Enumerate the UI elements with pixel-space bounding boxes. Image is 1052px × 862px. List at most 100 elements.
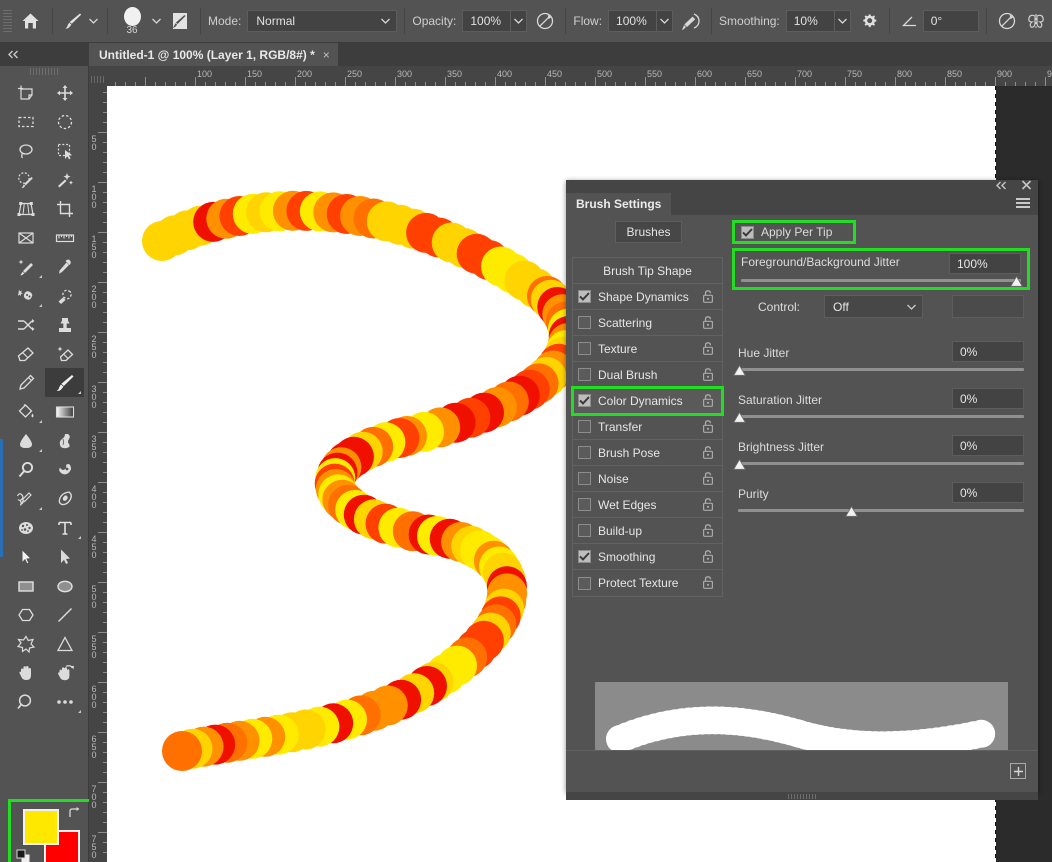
dynamics-row-color-dynamics[interactable]: Color Dynamics (571, 386, 724, 416)
lock-open-icon[interactable] (702, 497, 716, 513)
purity-slider-thumb[interactable] (845, 505, 858, 517)
collapse-left-icon[interactable] (4, 46, 22, 62)
lock-open-icon[interactable] (702, 419, 716, 435)
foreground-color-swatch[interactable] (23, 809, 59, 845)
magic-eraser-tool[interactable] (45, 339, 84, 368)
symmetry-butterfly-icon[interactable] (1023, 8, 1049, 34)
control-secondary-field[interactable] (952, 295, 1024, 318)
tab-brush-settings[interactable]: Brush Settings (566, 193, 672, 215)
lock-open-icon[interactable] (702, 289, 716, 305)
dynamics-row-transfer[interactable]: Transfer (573, 414, 722, 440)
dynamics-row-wet-edges[interactable]: Wet Edges (573, 492, 722, 518)
dynamics-checkbox[interactable] (578, 368, 591, 381)
dynamics-row-build-up[interactable]: Build-up (573, 518, 722, 544)
dynamics-checkbox[interactable] (578, 576, 591, 590)
dynamics-row-brush-pose[interactable]: Brush Pose (573, 440, 722, 466)
flow-combo[interactable]: 100% (608, 10, 674, 32)
artboard-tool[interactable] (6, 78, 45, 107)
purity-input[interactable]: 0% (952, 482, 1024, 503)
slice-tool[interactable] (6, 223, 45, 252)
rotate-view-tool[interactable] (45, 658, 84, 687)
saturation-jitter-slider-track[interactable] (738, 415, 1024, 418)
panel-menu-icon[interactable] (1016, 196, 1032, 210)
brushes-button[interactable]: Brushes (615, 221, 682, 243)
rectangle-tool[interactable] (6, 571, 45, 600)
move-tool[interactable] (45, 78, 84, 107)
gear-icon[interactable] (856, 8, 882, 34)
spot-healing-brush-tool[interactable] (6, 252, 45, 281)
lock-open-icon[interactable] (702, 341, 716, 357)
pressure-size-icon[interactable] (994, 8, 1020, 34)
dynamics-checkbox[interactable] (578, 446, 591, 459)
pressure-opacity-icon[interactable] (532, 8, 558, 34)
lock-open-icon[interactable] (702, 445, 716, 461)
brush-settings-toggle-icon[interactable] (167, 8, 193, 34)
lock-open-icon[interactable] (702, 393, 716, 409)
horizontal-ruler[interactable]: 100 150 200 250 300 350 400 450 500 550 600 650 700 7… (107, 66, 1052, 86)
opacity-chevron-down-icon[interactable] (510, 10, 528, 32)
object-selection-tool[interactable] (45, 136, 84, 165)
polygon-tool[interactable] (6, 600, 45, 629)
opacity-combo[interactable]: 100% (462, 10, 528, 32)
patch-tool[interactable] (6, 281, 45, 310)
foreground-background-jitter-slider-thumb[interactable] (1010, 275, 1023, 287)
default-colors-icon[interactable] (16, 849, 32, 862)
healing-brush-tool[interactable] (45, 281, 84, 310)
smudge-tool[interactable] (45, 426, 84, 455)
lock-open-icon[interactable] (702, 575, 716, 591)
dodge-tool[interactable] (6, 455, 45, 484)
apply-per-tip-checkbox[interactable] (741, 225, 754, 239)
lasso-tool[interactable] (6, 136, 45, 165)
mixer-brush-tool[interactable] (6, 310, 45, 339)
opacity-input[interactable]: 100% (462, 10, 511, 32)
dynamics-row-dual-brush[interactable]: Dual Brush (573, 362, 722, 388)
lock-open-icon[interactable] (702, 523, 716, 539)
paint-bucket-tool[interactable] (6, 397, 45, 426)
smoothing-chevron-down-icon[interactable] (833, 10, 851, 32)
brush-size-chevron-down-icon[interactable] (149, 11, 163, 31)
vertical-ruler[interactable]: 50 100 150 200 250 300 350 400 450 500 550 600 650 70… (89, 86, 107, 862)
brightness-jitter-slider-track[interactable] (738, 462, 1024, 465)
eraser-tool[interactable] (6, 339, 45, 368)
brush-angle-input[interactable]: 0° (922, 10, 979, 32)
dynamics-checkbox[interactable] (578, 524, 591, 537)
dynamics-row-scattering[interactable]: Scattering (573, 310, 722, 336)
airbrush-icon[interactable] (678, 8, 704, 34)
blend-mode-select[interactable]: Normal (247, 10, 398, 32)
lock-open-icon[interactable] (702, 549, 716, 565)
panel-resize-grip[interactable] (566, 792, 1038, 800)
dynamics-checkbox[interactable] (578, 550, 591, 563)
brightness-jitter-slider-thumb[interactable] (733, 458, 746, 470)
collapse-double-left-icon[interactable] (995, 181, 1008, 193)
dynamics-checkbox[interactable] (578, 472, 591, 485)
crop-tool[interactable] (45, 194, 84, 223)
hand-tool[interactable] (6, 658, 45, 687)
dynamics-checkbox[interactable] (578, 394, 591, 407)
clone-stamp-tool[interactable] (45, 310, 84, 339)
perspective-crop-tool[interactable] (6, 194, 45, 223)
saturation-jitter-input[interactable]: 0% (952, 388, 1024, 409)
options-bar-grip[interactable] (3, 10, 12, 32)
ellipse-tool[interactable] (45, 571, 84, 600)
magic-wand-tool[interactable] (45, 165, 84, 194)
brush-preset-chevron-down-icon[interactable] (86, 11, 100, 31)
pen-tool[interactable] (45, 484, 84, 513)
custom-shape-tool[interactable] (6, 629, 45, 658)
blur-tool[interactable] (6, 426, 45, 455)
eyedropper-tool[interactable] (45, 252, 84, 281)
sponge-tool[interactable] (6, 513, 45, 542)
close-icon[interactable]: × (323, 48, 330, 62)
path-selection-tool[interactable] (6, 542, 45, 571)
hue-jitter-slider-track[interactable] (738, 368, 1024, 371)
pencil-tool[interactable] (6, 368, 45, 397)
brush-size-preview[interactable]: 36 (115, 4, 149, 38)
brush-icon[interactable] (60, 8, 86, 34)
home-icon[interactable] (15, 8, 45, 34)
ruler-tool[interactable] (45, 223, 84, 252)
panel-titlebar[interactable] (566, 180, 1038, 193)
dynamics-row-shape-dynamics[interactable]: Shape Dynamics (573, 284, 722, 310)
smoothing-input[interactable]: 10% (785, 10, 834, 32)
edit-toolbar-tool[interactable] (45, 687, 84, 716)
hue-jitter-input[interactable]: 0% (952, 341, 1024, 362)
dynamics-row-noise[interactable]: Noise (573, 466, 722, 492)
